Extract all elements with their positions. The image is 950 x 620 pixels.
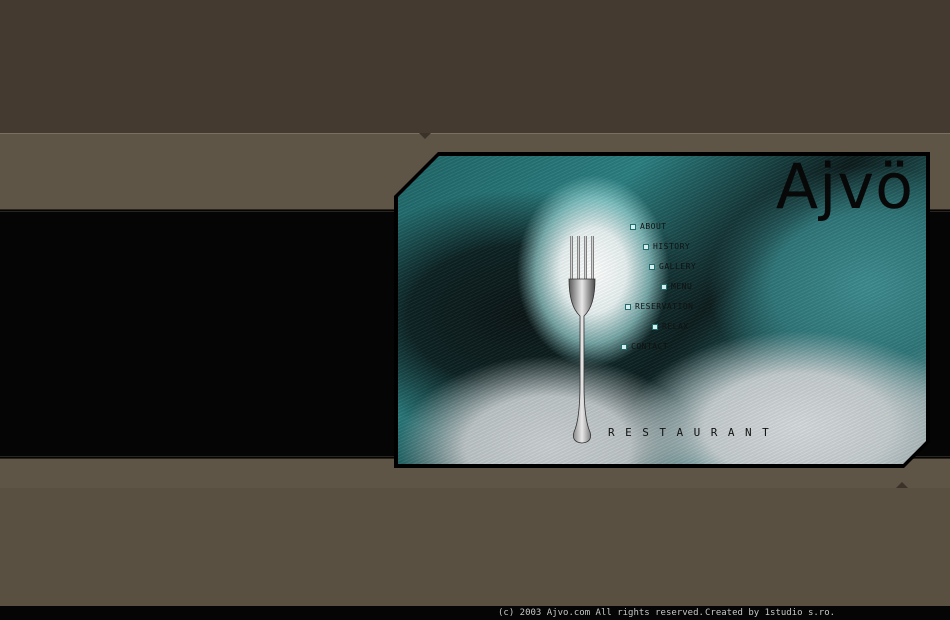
square-bullet-icon (661, 283, 667, 290)
nav-history[interactable]: HISTORY (643, 242, 690, 251)
credit-link[interactable]: Created by 1studio s.ro. (705, 608, 835, 618)
square-bullet-icon (652, 323, 658, 330)
nav-reservation[interactable]: RESERVATION (625, 302, 693, 311)
nav-relax-label: RELAX (662, 322, 689, 331)
bottom-notch-decoration (896, 482, 908, 488)
nav-contact-label: CONTACT (631, 342, 669, 351)
fork-icon (568, 236, 596, 444)
nav-gallery[interactable]: GALLERY (649, 262, 696, 271)
restaurant-tagline: RESTAURANT (608, 426, 780, 439)
square-bullet-icon (649, 263, 655, 270)
nav-gallery-label: GALLERY (659, 262, 697, 271)
lower-background-band (0, 488, 950, 606)
nav-relax[interactable]: RELAX (652, 322, 689, 331)
site-logo[interactable]: Ajvö (776, 156, 914, 223)
square-bullet-icon (643, 243, 649, 250)
nav-menu[interactable]: MENU (661, 282, 692, 291)
nav-menu-label: MENU (671, 282, 693, 291)
nav-history-label: HISTORY (653, 242, 691, 251)
hero-panel: Ajvö ABOUT HISTORY GALLERY MENU RESERVAT… (398, 156, 926, 464)
nav-contact[interactable]: CONTACT (621, 342, 668, 351)
top-background-band (0, 0, 950, 133)
square-bullet-icon (625, 303, 631, 310)
copyright-text: (c) 2003 Ajvo.com All rights reserved. (498, 608, 704, 618)
nav-about-label: ABOUT (640, 222, 667, 231)
nav-about[interactable]: ABOUT (630, 222, 667, 231)
nav-reservation-label: RESERVATION (635, 302, 694, 311)
square-bullet-icon (621, 343, 627, 350)
top-notch-decoration (419, 133, 431, 139)
square-bullet-icon (630, 223, 636, 230)
footer-bar: (c) 2003 Ajvo.com All rights reserved. C… (0, 606, 950, 620)
